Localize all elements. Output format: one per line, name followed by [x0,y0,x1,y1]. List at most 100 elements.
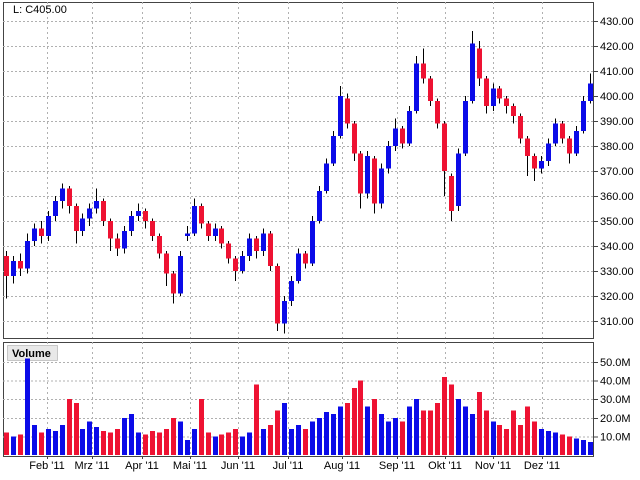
volume-bar [428,410,433,455]
candle [268,231,273,271]
volume-bar [261,428,266,455]
volume-bar [213,436,218,455]
volume-bar [352,388,357,455]
volume-tick-label: 10.0M [600,431,631,443]
candle [386,141,391,174]
volume-bar [477,391,482,455]
month-tick-label: Aug '11 [324,460,360,472]
candle [463,96,468,156]
volume-bar [136,432,141,455]
month-tick-label: Jul '11 [273,460,304,472]
candle [470,31,475,104]
volume-bar [470,414,475,455]
volume-bar [491,421,496,455]
volume-bar [226,432,231,455]
volume-bar [275,410,280,455]
price-tick-label: 400.00 [600,91,634,103]
price-tick-label: 420.00 [600,41,634,53]
candle [296,248,301,284]
candle [310,216,315,266]
volume-bar [504,428,509,455]
volume-bar [60,425,65,455]
volume-bar [303,428,308,455]
candle [185,226,190,241]
candle [206,221,211,241]
volume-bar [324,412,329,455]
candle [275,263,280,331]
candle [525,136,530,176]
volume-bar [150,430,155,455]
volume-bar [46,428,51,455]
candle [303,251,308,269]
candle [199,203,204,229]
volume-bar [581,440,586,455]
volume-bar [185,440,190,455]
candle [101,198,106,226]
candle [289,276,294,306]
volume-bar [497,425,502,455]
volume-bar [379,414,384,455]
candle [358,151,363,209]
last-price-label: L: C405.00 [13,4,67,16]
volume-bar [32,425,37,455]
candle [25,233,30,274]
volume-bar [553,432,558,455]
volume-bar [296,425,301,455]
volume-bar [511,410,516,455]
candle [449,173,454,221]
volume-bar [25,358,30,455]
candle [435,98,440,129]
volume-bar [157,432,162,455]
volume-bar [518,425,523,455]
candle [567,136,572,164]
candle [484,76,489,114]
candle [11,256,16,284]
price-tick-label: 380.00 [600,141,634,153]
candle [511,103,516,124]
candle [546,138,551,166]
candle [39,221,44,244]
candle [518,113,523,144]
candle [226,241,231,264]
candle [213,223,218,241]
volume-bar [463,406,468,455]
price-tick-label: 390.00 [600,116,634,128]
candle [247,233,252,261]
volume-bar [233,428,238,455]
volume-bar [39,432,44,455]
candle [442,121,447,196]
price-tick-label: 430.00 [600,16,634,28]
volume-tick-label: 50.0M [600,357,631,369]
candle [122,226,127,254]
price-tick-label: 350.00 [600,216,634,228]
candle [240,251,245,274]
candle [46,211,51,241]
volume-bar [4,432,9,455]
candle [407,106,412,146]
candle [282,296,287,334]
candle [379,163,384,209]
volume-label-text: Volume [12,348,51,360]
volume-bar [442,376,447,455]
candle [317,186,322,224]
candle [532,153,537,181]
candle [18,253,23,276]
month-tick-label: Mai '11 [173,460,207,472]
candle [553,118,558,146]
candle [67,186,72,214]
volume-bar [80,428,85,455]
volume-bar [560,434,565,455]
volume-bar [108,432,113,455]
x-axis: Feb '11 Mrz '11 Apr '11 Mai '11 Jun '11 Jul '… [29,456,560,472]
volume-bar [206,432,211,455]
volume-bar [53,430,58,455]
volume-bar [87,421,92,455]
last-price-overlay: L: C405.00 [13,4,67,16]
volume-bar [400,421,405,455]
volume-bar [386,421,391,455]
candle [539,156,544,174]
volume-bar [115,428,120,455]
price-tick-label: 360.00 [600,191,634,203]
price-tick-label: 340.00 [600,241,634,253]
candle [574,126,579,156]
